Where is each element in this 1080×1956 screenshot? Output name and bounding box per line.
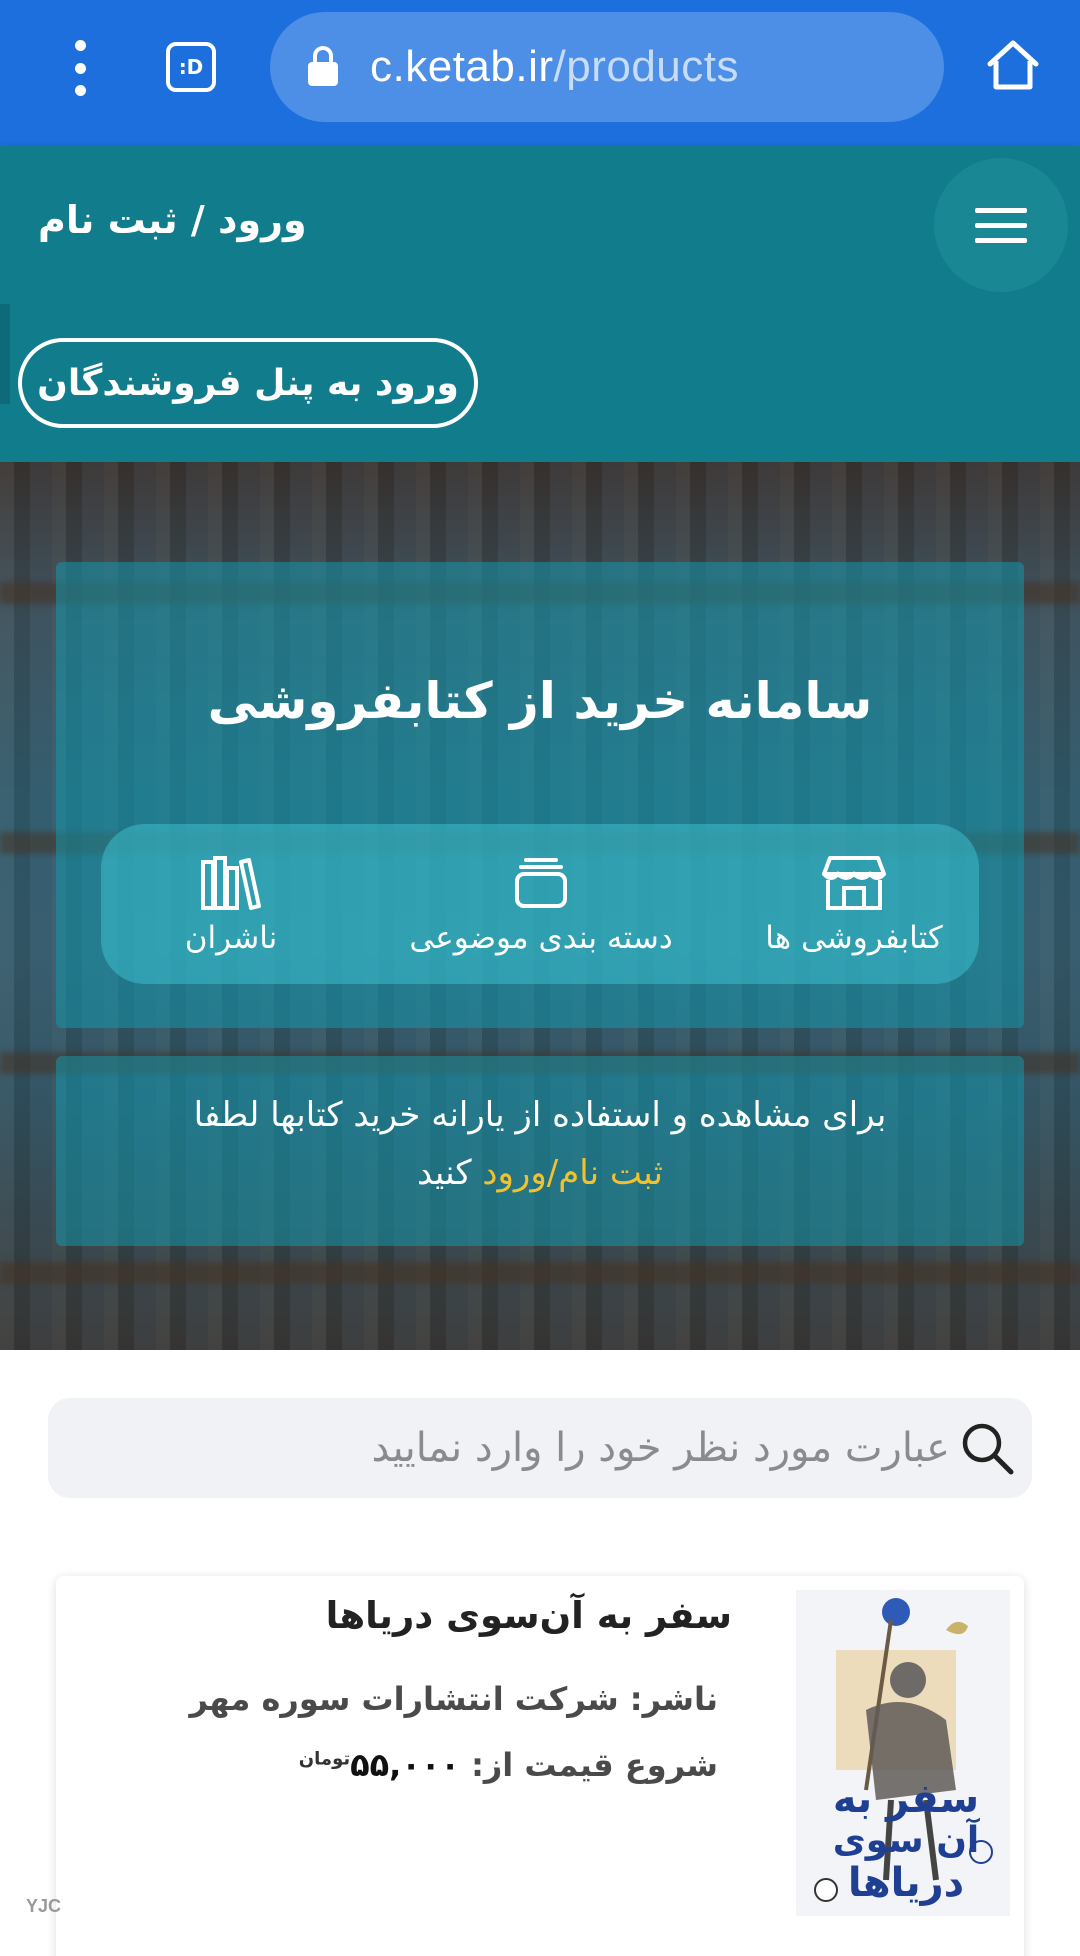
quick-link-label: دسته بندی موضوعی <box>409 920 673 956</box>
publisher-label: ناشر: <box>629 1680 718 1718</box>
address-bar[interactable]: c.ketab.ir/products <box>270 12 944 122</box>
seller-panel-button[interactable]: ورود به پنل فروشندگان <box>18 338 478 428</box>
search-input[interactable]: عبارت مورد نظر خود را وارد نمایید <box>48 1398 1032 1498</box>
svg-text:سفر به: سفر به <box>833 1776 979 1822</box>
search-icon <box>962 1423 1014 1475</box>
more-vertical-icon[interactable] <box>60 40 100 96</box>
price-label: شروع قیمت از: <box>471 1746 718 1784</box>
hero-panel: سامانه خرید از کتابفروشی کتابفروشی ها دس… <box>56 562 1024 1028</box>
publisher-value: شرکت انتشارات سوره مهر <box>189 1680 619 1718</box>
tab-switcher-icon[interactable]: :D <box>166 42 216 92</box>
browser-toolbar: :D c.ketab.ir/products <box>0 0 1080 146</box>
register-login-link[interactable]: ثبت نام/ورود <box>482 1153 663 1193</box>
search-placeholder: عبارت مورد نظر خود را وارد نمایید <box>371 1425 950 1471</box>
subsidy-notice: برای مشاهده و استفاده از یارانه خرید کتا… <box>56 1056 1024 1246</box>
svg-text:آن سوی: آن سوی <box>833 1817 981 1861</box>
product-card[interactable]: سفر به آن سوی دریاها سفر به آن‌سوی دریاه… <box>56 1576 1024 1956</box>
login-register-link[interactable]: ورود / ثبت نام <box>38 198 307 242</box>
hamburger-icon[interactable] <box>934 158 1068 292</box>
notice-suffix: کنید <box>416 1153 483 1193</box>
quick-link-categories[interactable]: دسته بندی موضوعی <box>381 854 701 964</box>
url-host: c.ketab.ir <box>370 42 554 91</box>
seller-strip: ورود به پنل فروشندگان <box>0 304 1080 462</box>
shelf-decoration <box>0 1262 1080 1284</box>
lock-icon <box>308 46 338 88</box>
quick-link-label: کتابفروشی ها <box>765 920 943 956</box>
hero-title: سامانه خرید از کتابفروشی <box>207 672 873 730</box>
url-text: c.ketab.ir/products <box>370 42 739 92</box>
notice-line-2: ثبت نام/ورود کنید <box>56 1144 1024 1202</box>
price-unit: تومان <box>298 1748 351 1770</box>
quick-links: کتابفروشی ها دسته بندی موضوعی ناشران <box>101 824 979 984</box>
book-title[interactable]: سفر به آن‌سوی دریاها <box>326 1594 732 1637</box>
book-cover-art: سفر به آن سوی دریاها <box>796 1590 1010 1916</box>
book-cover-image[interactable]: سفر به آن سوی دریاها <box>796 1590 1010 1916</box>
price-value: ۵۵,۰۰۰ <box>350 1746 460 1784</box>
storefront-icon <box>822 856 886 910</box>
book-price: شروع قیمت از: ۵۵,۰۰۰تومان <box>299 1746 718 1784</box>
site-header: ورود / ثبت نام <box>0 146 1080 304</box>
quick-link-bookstores[interactable]: کتابفروشی ها <box>749 854 959 964</box>
url-path: /products <box>553 42 739 91</box>
yjc-watermark: YJC <box>26 1896 62 1916</box>
book-publisher: ناشر: شرکت انتشارات سوره مهر <box>190 1680 718 1718</box>
svg-text:دریاها: دریاها <box>848 1860 964 1906</box>
notice-line-1: برای مشاهده و استفاده از یارانه خرید کتا… <box>193 1095 887 1135</box>
quick-link-publishers[interactable]: ناشران <box>141 854 321 964</box>
books-icon <box>201 856 261 910</box>
home-icon[interactable] <box>984 36 1042 94</box>
quick-link-label: ناشران <box>184 920 278 956</box>
category-stack-icon <box>515 858 567 908</box>
hero-section: سامانه خرید از کتابفروشی کتابفروشی ها دس… <box>0 462 1080 1350</box>
edge-marker <box>0 304 10 404</box>
